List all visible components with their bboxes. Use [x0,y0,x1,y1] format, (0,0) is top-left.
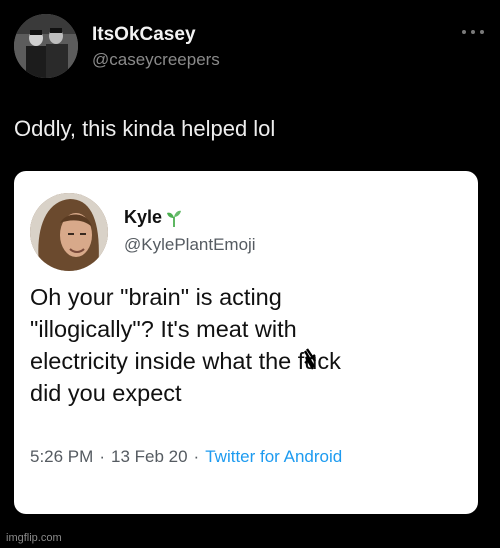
quoted-text-line-4: did you expect [30,380,182,406]
user-handle[interactable]: @caseycreepers [92,50,220,70]
quoted-text-line-3: electricity inside what the fu ck [30,345,450,377]
display-name[interactable]: ItsOkCasey [92,24,196,46]
quoted-text-line-1: Oh your "brain" is acting [30,284,282,310]
quoted-text-line-3-start: electricity inside what the f [30,348,305,374]
quoted-avatar[interactable] [30,193,108,271]
meta-separator: · [99,447,105,466]
tweet-date[interactable]: 13 Feb 20 [111,447,188,467]
tweet-text: Oddly, this kinda helped lol [14,116,276,141]
tweet-time[interactable]: 5:26 PM [30,447,93,467]
avatar-image [14,14,78,78]
more-options-icon[interactable] [462,28,484,36]
watermark: imgflip.com [6,532,62,544]
quoted-tweet-text: Oh your "brain" is acting "illogically"?… [30,281,450,409]
quoted-avatar-image [30,193,108,271]
quoted-display-name-row[interactable]: Kyle [124,207,182,228]
quoted-tweet-card[interactable]: Kyle @KylePlantEmoji Oh your "brain" is … [14,171,478,514]
meta-separator: · [193,447,200,466]
tweet-metadata: 5:26 PM · 13 Feb 20 · Twitter for Androi… [30,447,342,467]
quoted-text-line-2: "illogically"? It's meat with [30,316,297,342]
censored-letter: u [304,345,317,377]
quoted-text-line-3-end: ck [317,348,341,374]
avatar[interactable] [14,14,78,78]
tweet-source-link[interactable]: Twitter for Android [205,447,342,467]
quoted-display-name[interactable]: Kyle [124,207,162,228]
quoted-user-handle[interactable]: @KylePlantEmoji [124,235,256,255]
sprout-icon [167,210,182,227]
outer-tweet-header: ItsOkCasey @caseycreepers [14,14,486,80]
scribble-icon [304,348,317,370]
